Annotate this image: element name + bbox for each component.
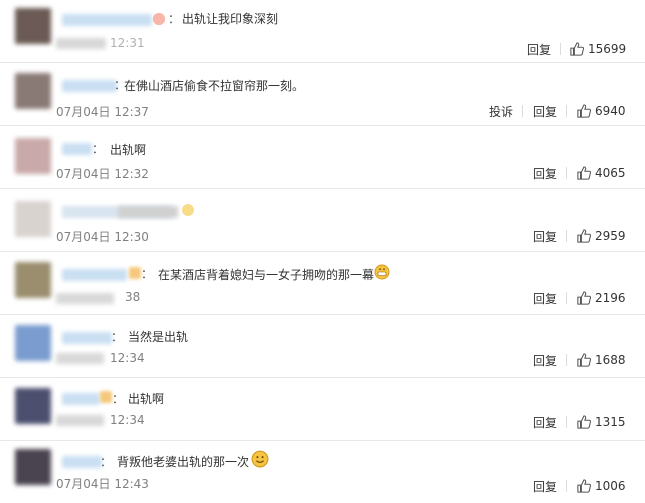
divider	[566, 230, 567, 242]
time-blurred	[56, 38, 106, 49]
like-button[interactable]: 2196	[577, 289, 626, 307]
divider	[566, 480, 567, 492]
comment-time: 38	[125, 290, 141, 304]
thumbs-up-icon	[577, 291, 591, 305]
thumbs-up-icon	[577, 353, 591, 367]
like-button[interactable]: 6940	[577, 102, 626, 120]
like-button[interactable]: 1006	[577, 477, 626, 495]
smile-emoji-icon	[251, 450, 269, 468]
username-blurred[interactable]	[62, 80, 117, 92]
comment-time: 07月04日 12:32	[56, 167, 149, 181]
like-count: 1006	[595, 479, 626, 493]
divider	[566, 354, 567, 366]
comment-time: 07月04日 12:43	[56, 477, 149, 491]
time-blurred	[56, 415, 104, 426]
colon: ：	[111, 330, 124, 344]
like-button[interactable]: 4065	[577, 164, 626, 182]
divider	[566, 416, 567, 428]
like-count: 2196	[595, 291, 626, 305]
comment-text: 出轨让我印象深刻	[182, 12, 279, 26]
reply-button[interactable]: 回复	[533, 165, 557, 182]
divider	[566, 167, 567, 179]
avatar[interactable]	[15, 449, 51, 485]
comment-text: 背叛他老婆出轨的那一次	[117, 455, 250, 469]
colon: ：	[92, 142, 105, 156]
comment-item: ： 出轨让我印象深刻 12:31 回复 15699	[0, 0, 645, 63]
thumbs-up-icon	[577, 166, 591, 180]
avatar[interactable]	[15, 8, 51, 44]
comment-text-blurred	[118, 206, 178, 218]
report-button[interactable]: 投诉	[489, 103, 513, 120]
comment-item: 07月04日 12:30 回复 2959	[0, 189, 645, 252]
thumbs-up-icon	[577, 229, 591, 243]
time-blurred	[56, 353, 104, 364]
comment-time: 12:34	[110, 413, 145, 427]
badge-icon	[129, 267, 141, 279]
thumbs-up-icon	[577, 479, 591, 493]
like-button[interactable]: 15699	[570, 40, 626, 58]
colon: ：	[112, 392, 125, 406]
thumbs-up-icon	[577, 415, 591, 429]
like-count: 2959	[595, 229, 626, 243]
reply-button[interactable]: 回复	[533, 478, 557, 495]
reply-button[interactable]: 回复	[533, 352, 557, 369]
username-blurred[interactable]	[62, 269, 127, 281]
colon: ：	[100, 455, 113, 469]
avatar[interactable]	[15, 325, 51, 361]
like-count: 1315	[595, 415, 626, 429]
username-blurred[interactable]	[62, 143, 92, 155]
comment-text: 出轨啊	[128, 392, 165, 406]
username-blurred[interactable]	[62, 393, 100, 405]
avatar[interactable]	[15, 262, 51, 298]
reply-button[interactable]: 回复	[533, 290, 557, 307]
comment-time: 12:34	[110, 351, 145, 365]
time-blurred	[56, 293, 114, 304]
blush-emoji-icon	[152, 12, 166, 26]
avatar[interactable]	[15, 73, 51, 109]
reply-button[interactable]: 回复	[533, 228, 557, 245]
username-blurred[interactable]	[62, 332, 112, 344]
comment-item: ： 在某酒店背着媳妇与一女子拥吻的那一幕 38 回复 2196	[0, 252, 645, 315]
comment-item: ： 出轨啊 12:34 回复 1315	[0, 378, 645, 441]
comment-item: ： 在佛山酒店偷食不拉窗帘那一刻。 07月04日 12:37 投诉 回复 694…	[0, 63, 645, 126]
username-blurred[interactable]	[62, 14, 152, 26]
comment-text: 出轨啊	[110, 143, 147, 157]
comment-item: ： 出轨啊 07月04日 12:32 回复 4065	[0, 126, 645, 189]
like-count: 6940	[595, 104, 626, 118]
divider	[522, 105, 523, 117]
thumbs-up-icon	[577, 104, 591, 118]
comment-text: 在某酒店背着媳妇与一女子拥吻的那一幕	[158, 268, 375, 282]
reply-button[interactable]: 回复	[533, 414, 557, 431]
like-button[interactable]: 1688	[577, 351, 626, 369]
comment-text: 在佛山酒店偷食不拉窗帘那一刻。	[124, 79, 305, 93]
cat-emoji-icon	[182, 204, 194, 216]
divider	[566, 292, 567, 304]
avatar[interactable]	[15, 201, 51, 237]
comment-text: 当然是出轨	[128, 330, 189, 344]
avatar[interactable]	[15, 388, 51, 424]
like-count: 4065	[595, 166, 626, 180]
like-count: 15699	[588, 42, 627, 56]
reply-button[interactable]: 回复	[527, 41, 551, 58]
like-button[interactable]: 1315	[577, 413, 626, 431]
divider	[566, 105, 567, 117]
colon: ：	[168, 12, 181, 26]
comment-item: ： 当然是出轨 12:34 回复 1688	[0, 315, 645, 378]
comment-item: ： 背叛他老婆出轨的那一次 07月04日 12:43 回复 1006	[0, 441, 645, 503]
grin-emoji-icon	[374, 264, 390, 280]
reply-button[interactable]: 回复	[533, 103, 557, 120]
like-count: 1688	[595, 353, 626, 367]
comment-time: 07月04日 12:37	[56, 105, 149, 119]
avatar[interactable]	[15, 138, 51, 174]
like-button[interactable]: 2959	[577, 227, 626, 245]
colon: ：	[141, 267, 154, 281]
divider	[560, 43, 561, 55]
username-blurred[interactable]	[62, 456, 102, 468]
comment-time: 12:31	[110, 36, 145, 50]
badge-icon	[100, 391, 112, 403]
thumbs-up-icon	[570, 42, 584, 56]
comment-time: 07月04日 12:30	[56, 230, 149, 244]
comment-list: ： 出轨让我印象深刻 12:31 回复 15699 ： 在佛山酒店偷食不拉窗帘那…	[0, 0, 645, 503]
